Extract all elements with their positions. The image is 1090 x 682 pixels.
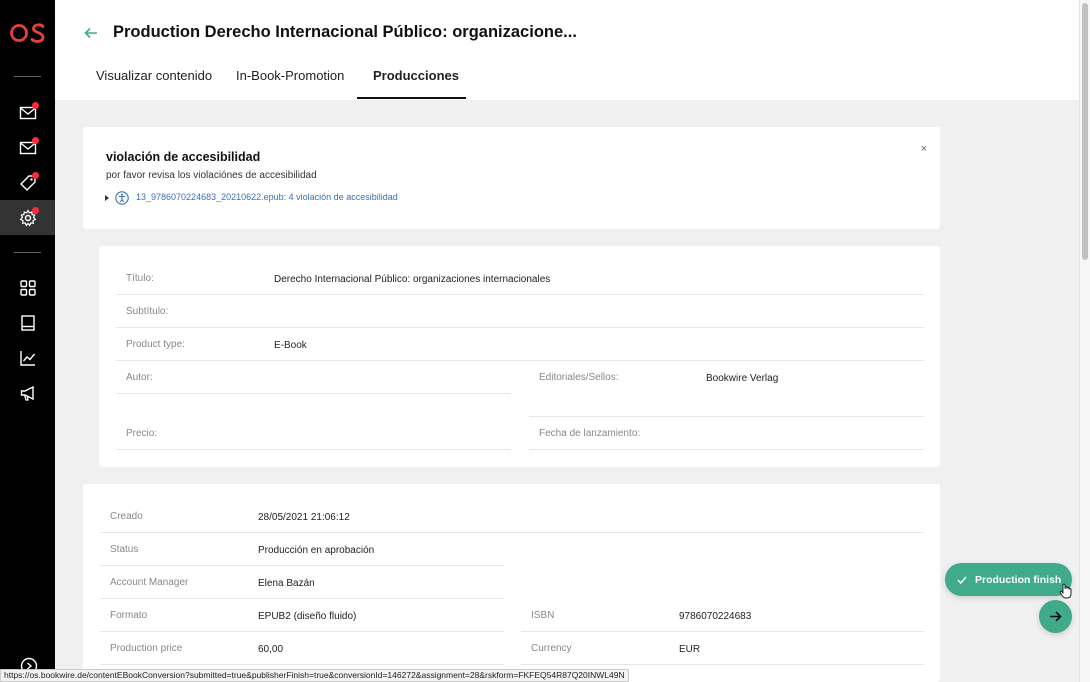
sidebar-item-books[interactable] <box>0 305 55 340</box>
sidebar-item-settings[interactable] <box>0 200 55 235</box>
editoriales-label: Editoriales/Sellos: <box>539 372 619 383</box>
notification-badge <box>32 102 39 109</box>
row-divider <box>100 598 504 599</box>
expand-caret-icon[interactable] <box>105 195 109 201</box>
formato-label: Formato <box>110 610 148 621</box>
production-finish-button[interactable]: Production finish <box>945 563 1072 596</box>
row-divider <box>100 532 924 533</box>
status-bar-url: https://os.bookwire.de/contentEBookConve… <box>0 669 629 682</box>
accessibility-icon <box>115 191 129 205</box>
grid-icon <box>19 279 36 296</box>
arrow-right-icon <box>1050 611 1062 622</box>
check-icon <box>957 575 967 584</box>
accessibility-alert: violación de accesibilidad por favor rev… <box>83 127 940 229</box>
editoriales-value: Bookwire Verlag <box>706 373 779 384</box>
creado-value: 28/05/2021 21:06:12 <box>258 512 350 523</box>
next-button[interactable] <box>1039 600 1072 633</box>
row-divider <box>521 631 924 632</box>
production-finish-label: Production finish <box>975 573 1062 586</box>
product-info-card: Título: Derecho Internacional Público: o… <box>99 246 940 467</box>
page-title: Production Derecho Internacional Público… <box>113 23 577 41</box>
row-divider <box>100 565 504 566</box>
page-scrollbar[interactable] <box>1079 0 1090 682</box>
isbn-label: ISBN <box>531 610 555 621</box>
currency-value: EUR <box>679 644 701 655</box>
megaphone-icon <box>20 385 34 401</box>
row-divider <box>529 416 924 417</box>
autor-label: Autor: <box>126 372 153 383</box>
row-divider <box>100 631 504 632</box>
row-divider <box>521 664 924 665</box>
product-type-label: Product type: <box>126 339 185 350</box>
violation-link[interactable]: 13_9786070224683_20210622.epub: 4 violac… <box>136 192 398 202</box>
notification-badge <box>32 137 39 144</box>
production-details-card: Creado 28/05/2021 21:06:12 Status Produc… <box>83 484 940 682</box>
isbn-value: 9786070224683 <box>679 611 752 622</box>
fecha-lanzamiento-label: Fecha de lanzamiento: <box>539 428 641 439</box>
row-divider <box>100 664 504 665</box>
row-divider <box>116 294 924 295</box>
production-price-value: 60,00 <box>258 644 284 655</box>
book-icon <box>20 314 35 331</box>
row-divider <box>529 449 924 450</box>
back-arrow-icon[interactable] <box>83 25 99 41</box>
tab-visualizar-contenido[interactable]: Visualizar contenido <box>96 68 212 83</box>
product-type-value: E-Book <box>274 340 307 351</box>
close-alert-button[interactable]: × <box>921 143 927 155</box>
row-divider <box>116 449 511 450</box>
sidebar-divider <box>14 252 41 253</box>
os-logo[interactable] <box>10 20 46 46</box>
sidebar-item-marketing[interactable] <box>0 375 55 410</box>
tab-producciones[interactable]: Producciones <box>373 68 459 83</box>
row-divider <box>116 393 511 394</box>
currency-label: Currency <box>531 643 572 654</box>
sidebar-item-promotions[interactable] <box>0 165 55 200</box>
sidebar-divider <box>14 76 41 77</box>
row-divider <box>116 327 924 328</box>
pointer-cursor-icon <box>1059 583 1072 599</box>
row-divider <box>116 360 924 361</box>
status-label: Status <box>110 544 139 555</box>
notification-badge <box>32 207 39 214</box>
account-manager-value: Elena Bazán <box>258 578 315 589</box>
tab-in-book-promotion[interactable]: In-Book-Promotion <box>236 68 344 83</box>
sidebar-item-inbox[interactable] <box>0 130 55 165</box>
sidebar <box>0 0 55 682</box>
titulo-value: Derecho Internacional Público: organizac… <box>274 274 551 285</box>
production-price-label: Production price <box>110 643 183 654</box>
alert-subtitle: por favor revisa los violaciónes de acce… <box>106 170 317 181</box>
sidebar-item-dashboard[interactable] <box>0 270 55 305</box>
chart-icon <box>19 350 35 366</box>
active-tab-indicator <box>357 97 466 99</box>
subtitulo-label: Subtítulo: <box>126 306 169 317</box>
status-value: Producción en aprobación <box>258 545 375 556</box>
alert-title: violación de accesibilidad <box>106 150 261 164</box>
account-manager-label: Account Manager <box>110 577 189 588</box>
precio-label: Precio: <box>126 428 158 439</box>
page-header: Production Derecho Internacional Público… <box>55 0 1079 100</box>
sidebar-item-messages[interactable] <box>0 95 55 130</box>
scrollbar-thumb[interactable] <box>1082 3 1088 260</box>
formato-value: EPUB2 (diseño fluido) <box>258 611 357 622</box>
notification-badge <box>32 172 39 179</box>
titulo-label: Título: <box>126 273 154 284</box>
sidebar-item-analytics[interactable] <box>0 340 55 375</box>
creado-label: Creado <box>110 511 143 522</box>
